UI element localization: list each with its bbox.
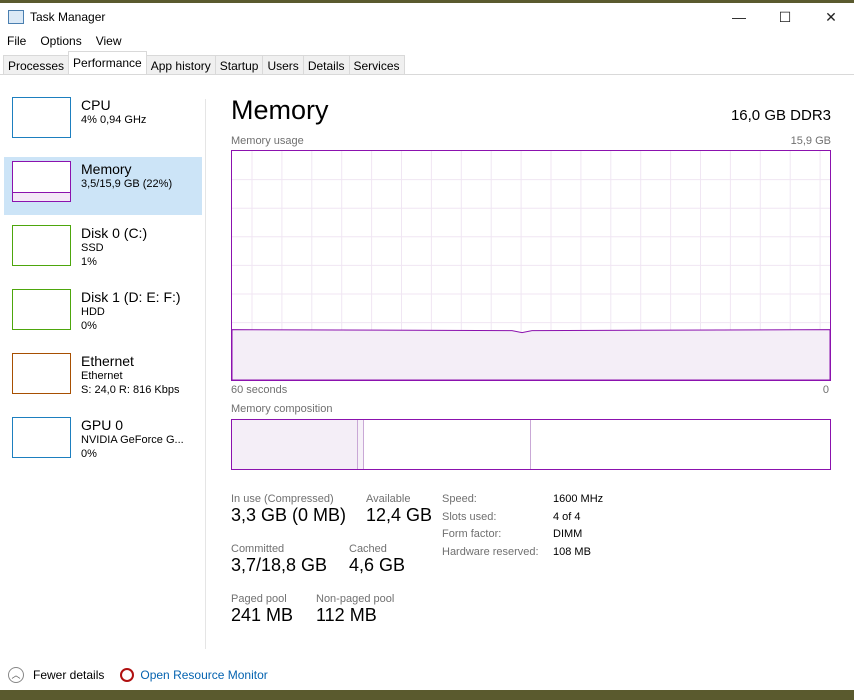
usage-max-label: 15,9 GB (790, 135, 831, 147)
sidebar-thumbnail-graph (12, 417, 71, 458)
sidebar-item-disk-0[interactable]: Disk 0 (C:) SSD 1% (4, 221, 202, 279)
property-row: Slots used: 4 of 4 (442, 511, 642, 529)
sidebar-item-ethernet[interactable]: Ethernet Ethernet S: 24,0 R: 816 Kbps (4, 349, 202, 407)
open-resource-monitor-link[interactable]: Open Resource Monitor (140, 668, 267, 682)
sidebar-item-label: Disk 0 (C:) (81, 225, 148, 241)
composition-standby[interactable] (364, 420, 531, 469)
non-paged-pool-value: 112 MB (316, 605, 377, 625)
sidebar-item-detail: 0% (81, 448, 97, 460)
committed-value: 3,7/18,8 GB (231, 555, 328, 575)
tab-bar: Processes Performance App history Startu… (0, 51, 854, 75)
property-value: DIMM (553, 528, 583, 540)
tab-processes[interactable]: Processes (3, 55, 70, 74)
divider (205, 99, 206, 649)
composition-in-use[interactable] (232, 420, 358, 469)
sidebar-item-label: GPU 0 (81, 417, 124, 433)
resource-monitor-icon (120, 668, 135, 682)
menu-bar: File Options View (0, 31, 854, 51)
memory-composition-bar (231, 419, 831, 470)
committed-label: Committed (231, 543, 285, 555)
property-value: 4 of 4 (553, 510, 581, 523)
task-manager-window: Task Manager — ☐ ✕ File Options View Pro… (0, 3, 854, 690)
sidebar-item-label: Disk 1 (D: E: F:) (81, 289, 181, 305)
tab-startup[interactable]: Startup (214, 55, 264, 74)
property-row: Speed: 1600 MHz (442, 493, 642, 511)
property-value: 108 MB (553, 545, 591, 558)
sidebar-item-detail: HDD (81, 306, 105, 318)
tab-performance[interactable]: Performance (68, 51, 147, 74)
sidebar-thumbnail-graph (12, 353, 71, 394)
memory-panel: Memory 16,0 GB DDR3 Memory usage 15,9 GB… (231, 95, 831, 625)
paged-pool-value: 241 MB (231, 605, 294, 625)
property-label: Slots used: (442, 510, 497, 523)
available-value: 12,4 GB (366, 505, 433, 525)
sidebar-item-label: Ethernet (81, 353, 134, 369)
sidebar-item-cpu[interactable]: CPU 4% 0,94 GHz (4, 93, 202, 151)
title-bar: Task Manager — ☐ ✕ (0, 3, 854, 31)
sidebar-thumbnail-graph (12, 97, 71, 138)
memory-spec: 16,0 GB DDR3 (730, 107, 831, 124)
footer: ︿ Fewer details Open Resource Monitor (0, 663, 854, 687)
sidebar-item-detail: 4% 0,94 GHz (81, 114, 147, 126)
sidebar-item-detail: 1% (81, 256, 97, 268)
sidebar-item-detail: S: 24,0 R: 816 Kbps (81, 384, 180, 396)
sidebar-item-memory[interactable]: Memory 3,5/15,9 GB (22%) (4, 157, 202, 215)
in-use-value: 3,3 GB (0 MB) (231, 505, 347, 525)
time-left-label: 60 seconds (231, 384, 288, 396)
sidebar-item-label: CPU (81, 97, 111, 113)
sidebar-thumbnail-graph (12, 161, 71, 202)
sidebar-thumbnail-graph (12, 225, 71, 266)
tab-details[interactable]: Details (302, 55, 350, 74)
sidebar-item-detail: NVIDIA GeForce G... (81, 434, 184, 446)
window-title: Task Manager (30, 10, 106, 24)
property-label: Hardware reserved: (442, 545, 539, 558)
sidebar-item-disk-1[interactable]: Disk 1 (D: E: F:) HDD 0% (4, 285, 202, 343)
resource-sidebar: CPU 4% 0,94 GHz Memory 3,5/15,9 GB (22%) Dis… (4, 93, 202, 477)
sidebar-item-detail: 0% (81, 320, 97, 332)
cached-label: Cached (349, 543, 387, 555)
cached-value: 4,6 GB (349, 555, 406, 575)
close-button[interactable]: ✕ (808, 9, 854, 26)
property-row: Form factor: DIMM (442, 528, 642, 546)
sidebar-item-detail: 3,5/15,9 GB (22%) (81, 178, 173, 190)
property-row: Hardware reserved: 108 MB (442, 546, 642, 564)
non-paged-pool-label: Non-paged pool (316, 593, 395, 605)
usage-area (231, 329, 831, 381)
memory-usage-graph (231, 150, 831, 381)
sidebar-item-label: Memory (81, 161, 132, 177)
tab-services[interactable]: Services (348, 55, 405, 74)
fewer-details-button[interactable]: Fewer details (33, 668, 104, 682)
chevron-up-icon[interactable]: ︿ (8, 667, 24, 683)
in-use-label: In use (Compressed) (231, 493, 334, 505)
tab-app-history[interactable]: App history (145, 55, 216, 74)
menu-file[interactable]: File (0, 34, 33, 48)
property-value: 1600 MHz (553, 493, 604, 505)
minimize-button[interactable]: — (716, 9, 762, 26)
paged-pool-label: Paged pool (231, 593, 287, 605)
composition-label: Memory composition (231, 403, 333, 415)
composition-free[interactable] (531, 420, 830, 469)
task-manager-icon (8, 10, 24, 24)
time-right-label: 0 (822, 384, 829, 396)
usage-label: Memory usage (231, 135, 304, 147)
tab-users[interactable]: Users (262, 55, 304, 74)
property-label: Form factor: (442, 528, 502, 540)
available-label: Available (366, 493, 411, 505)
menu-options[interactable]: Options (33, 34, 88, 48)
menu-view[interactable]: View (89, 34, 129, 48)
sidebar-item-gpu-0[interactable]: GPU 0 NVIDIA GeForce G... 0% (4, 413, 202, 471)
maximize-button[interactable]: ☐ (762, 9, 808, 26)
memory-properties: Speed: 1600 MHz Slots used: 4 of 4 Form fact… (442, 493, 642, 563)
property-label: Speed: (442, 493, 477, 505)
sidebar-item-detail: Ethernet (81, 370, 123, 382)
sidebar-item-detail: SSD (81, 242, 104, 254)
sidebar-thumbnail-graph (12, 289, 71, 330)
